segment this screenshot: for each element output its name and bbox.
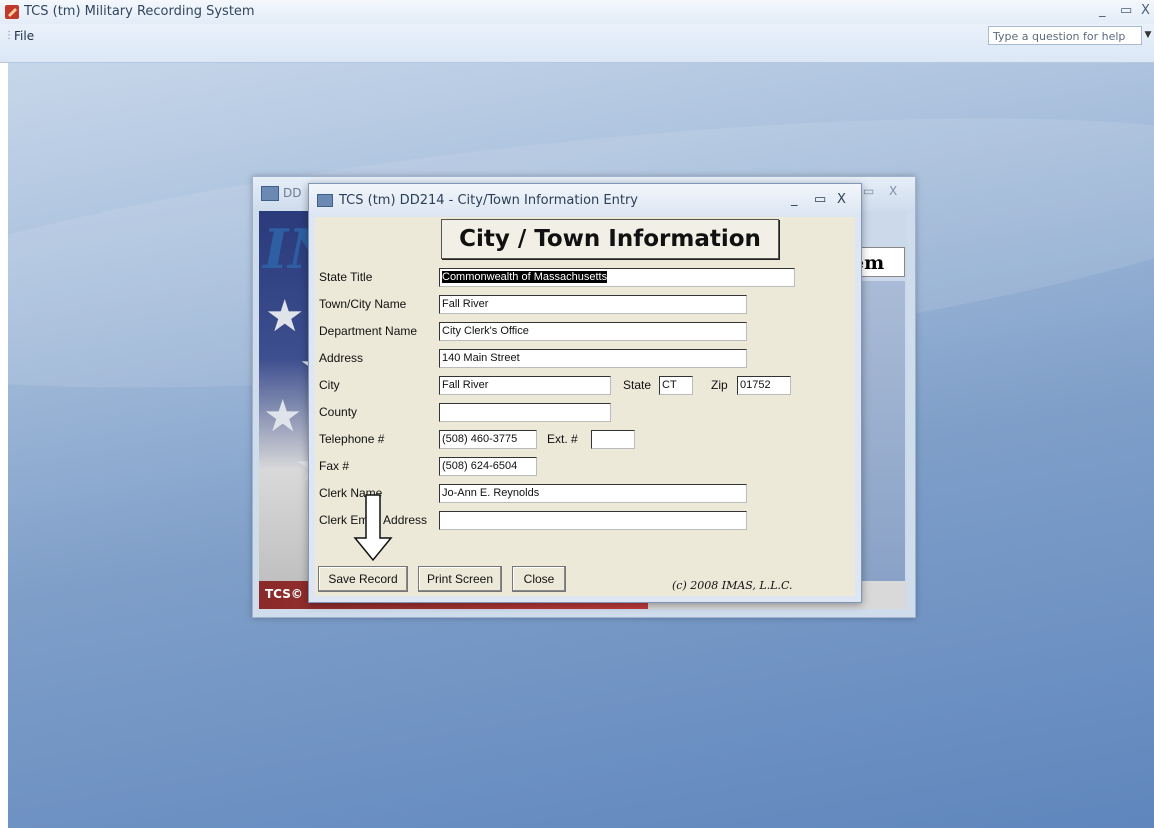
app-icon [5,5,19,19]
tcs-logo: TCS© [265,587,303,601]
form-icon [261,186,279,201]
fax-field[interactable]: (508) 624-6504 [439,457,537,476]
app-title-bar: TCS (tm) Military Recording System _ ▭ X [0,0,1154,24]
town-city-label: Town/City Name [319,297,407,311]
zip-field[interactable]: 01752 [737,376,791,395]
arrow-down-icon [353,494,393,562]
dialog-close-button[interactable]: X [837,192,846,207]
menu-file[interactable]: File [14,29,34,43]
star-icon: ★ [263,391,303,442]
zip-label: Zip [711,378,728,392]
state-field[interactable]: CT [659,376,693,395]
restore-button[interactable]: ▭ [1120,3,1132,18]
chevron-down-icon[interactable]: ▼ [1142,26,1154,45]
close-form-button[interactable]: Close [512,566,566,592]
entry-form: City / Town Information State Title Comm… [315,217,855,596]
dialog-restore-button[interactable]: ▭ [814,192,826,207]
city-field[interactable]: Fall River [439,376,611,395]
county-label: County [319,405,358,419]
dialog-titlebar: TCS (tm) DD214 - City/Town Information E… [309,184,861,217]
copyright-text: (c) 2008 IMAS, L.L.C. [672,579,793,592]
town-city-field[interactable]: Fall River [439,295,747,314]
city-label: City [319,378,340,392]
address-field[interactable]: 140 Main Street [439,349,747,368]
telephone-field[interactable]: (508) 460-3775 [439,430,537,449]
fax-label: Fax # [319,459,350,473]
app-title: TCS (tm) Military Recording System [24,4,255,19]
background-close-button[interactable]: X [889,184,897,198]
form-heading: City / Town Information [441,219,779,259]
background-restore-button[interactable]: ▭ [863,184,874,198]
toolbar-grip-icon: ⋮ [4,30,14,41]
print-screen-button[interactable]: Print Screen [418,566,502,592]
county-field[interactable] [439,403,611,422]
ext-field[interactable] [591,430,635,449]
close-button[interactable]: X [1141,3,1150,18]
ext-label: Ext. # [547,432,578,446]
state-title-value: Commonwealth of Massachusetts [442,271,608,283]
state-label: State [623,378,652,392]
clerk-name-field[interactable]: Jo-Ann E. Reynolds [439,484,747,503]
state-title-label: State Title [319,270,373,284]
dialog-minimize-button[interactable]: _ [791,192,798,207]
address-label: Address [319,351,364,365]
department-label: Department Name [319,324,418,338]
dialog-title: TCS (tm) DD214 - City/Town Information E… [339,193,638,208]
state-title-field[interactable]: Commonwealth of Massachusetts [439,268,795,287]
telephone-label: Telephone # [319,432,385,446]
save-record-button[interactable]: Save Record [318,566,408,592]
background-window-title: DD [283,186,302,200]
form-icon [317,194,333,207]
department-field[interactable]: City Clerk's Office [439,322,747,341]
clerk-email-field[interactable] [439,511,747,530]
star-icon: ★ [265,291,305,342]
menu-bar: ⋮ File Type a question for help ▼ [0,24,1154,63]
minimize-button[interactable]: _ [1099,3,1106,18]
help-search-input[interactable]: Type a question for help [988,26,1142,45]
